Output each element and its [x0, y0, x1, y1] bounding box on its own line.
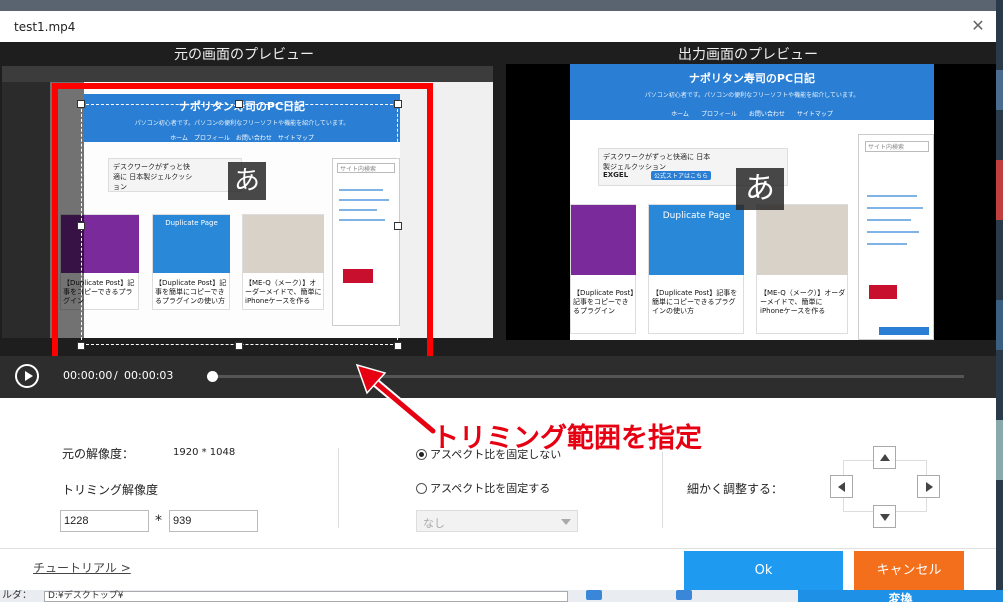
output-site-nav: ホーム プロフィール お問い合わせ サイトマップ — [671, 111, 833, 118]
tutorial-link[interactable]: チュートリアル > — [33, 559, 131, 576]
trim-dialog: test1.mp4 ✕ 元の画面のプレビュー 出力画面のプレビュー ナポリタン寿… — [0, 11, 996, 590]
arrow-up-icon — [880, 454, 890, 461]
aspect-ratio-select[interactable]: なし — [416, 510, 578, 532]
arrow-down-button[interactable] — [873, 505, 896, 528]
arrow-right-icon — [926, 482, 933, 492]
background-app-strip — [996, 0, 1003, 602]
trim-height-input[interactable] — [169, 510, 258, 532]
seek-track[interactable] — [212, 375, 964, 378]
output-card-3: 【ME-Q（メーク）】オーダーメイドで、簡単にiPhoneケースを作る — [756, 204, 848, 334]
output-sidebar: サイト内検索 — [858, 134, 934, 340]
dialog-footer: チュートリアル > Ok キャンセル — [0, 548, 996, 590]
radio-aspect-unlocked[interactable] — [416, 449, 427, 460]
output-site-subtitle: パソコン初心者です。パソコンの便利なフリーソフトや機能を紹介しています。 — [644, 92, 860, 99]
open-folder-icon[interactable] — [676, 590, 692, 600]
arrow-up-button[interactable] — [873, 446, 896, 469]
orig-res-label: 元の解像度： — [62, 447, 135, 461]
cancel-button[interactable]: キャンセル — [854, 551, 964, 590]
output-card-1-thumb — [571, 205, 636, 275]
ok-button[interactable]: Ok — [684, 551, 843, 590]
radio-aspect-locked-label[interactable]: アスペクト比を固定する — [430, 480, 550, 496]
output-site-title: ナポリタン寿司のPC日記 — [688, 72, 816, 85]
trim-res-label: トリミング解像度 — [62, 483, 159, 497]
annotation-text: トリミング範囲を指定 — [432, 423, 702, 454]
fine-adjust-label: 細かく調整する： — [687, 482, 784, 496]
close-icon[interactable]: ✕ — [968, 16, 988, 36]
play-button[interactable] — [15, 364, 39, 388]
divider-2 — [662, 448, 663, 528]
output-site-header: ナポリタン寿司のPC日記 パソコン初心者です。パソコンの便利なフリーソフトや機能… — [570, 64, 934, 120]
arrow-right-button[interactable] — [917, 475, 940, 498]
output-folder-label: ルダ： — [2, 590, 32, 601]
time-separator: / — [114, 369, 118, 382]
folder-icon[interactable] — [586, 590, 602, 600]
trim-width-input[interactable] — [60, 510, 149, 532]
arrow-down-icon — [880, 514, 890, 521]
output-card-1: 【Duplicate Post】記事をコピーできるプラグイン — [570, 204, 636, 334]
chevron-down-icon — [561, 519, 571, 525]
source-preview-label: 元の画面のプレビュー — [174, 47, 314, 63]
source-browser-toolbar — [2, 66, 493, 82]
times-sign: * — [155, 513, 162, 529]
source-left-dark — [2, 82, 50, 338]
current-time: 00:00:00 — [63, 369, 113, 382]
annotation-arrow — [355, 363, 437, 435]
output-page: ナポリタン寿司のPC日記 パソコン初心者です。パソコンの便利なフリーソフトや機能… — [570, 64, 934, 340]
seek-knob[interactable] — [207, 371, 218, 382]
output-ime-overlay: あ — [736, 168, 784, 210]
convert-button[interactable]: 変換 — [798, 590, 1003, 602]
background-app-bottom: ルダ： D:¥デスクトップ¥ 変換 — [0, 590, 1003, 602]
annotation-red-frame — [52, 83, 433, 364]
title-bar: test1.mp4 ✕ — [0, 11, 996, 42]
output-card-2: Duplicate Page 【Duplicate Post】記事を簡単にコピー… — [648, 204, 744, 334]
output-card-3-thumb — [757, 205, 848, 275]
divider-1 — [338, 448, 339, 528]
arrow-left-button[interactable] — [830, 475, 853, 498]
total-time: 00:00:03 — [124, 369, 174, 382]
player-bar: 00:00:00 / 00:00:03 — [0, 356, 996, 398]
window-title: test1.mp4 — [14, 20, 76, 34]
orig-res-value: 1920 * 1048 — [173, 447, 236, 458]
output-preview-label: 出力画面のプレビュー — [678, 47, 818, 63]
output-preview: ナポリタン寿司のPC日記 パソコン初心者です。パソコンの便利なフリーソフトや機能… — [506, 64, 996, 340]
radio-aspect-locked[interactable] — [416, 483, 427, 494]
arrow-left-icon — [838, 482, 845, 492]
output-folder-field[interactable]: D:¥デスクトップ¥ — [44, 591, 568, 602]
